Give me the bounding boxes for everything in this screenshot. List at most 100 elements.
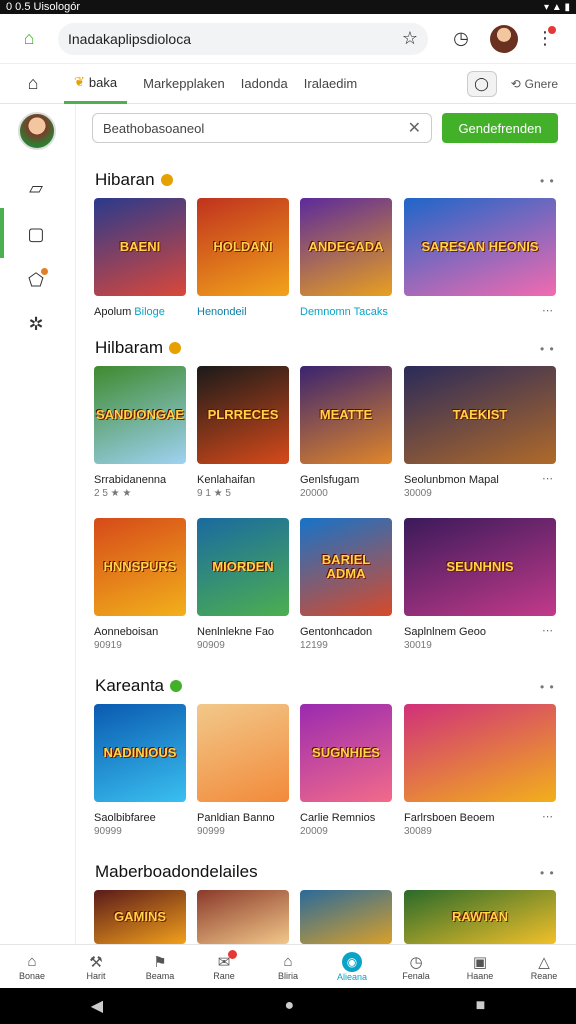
section-title-text: Maberboadondelailes (95, 862, 258, 881)
game-thumbnail[interactable] (197, 704, 289, 802)
game-thumbnail[interactable]: SANDIONGAE (94, 366, 186, 464)
game-card[interactable]: RAWTAN (404, 890, 556, 980)
tab-label: baka (88, 74, 118, 90)
user-avatar[interactable] (18, 112, 56, 150)
status-bar: 0 0.5 Uisologór ▾ ▲ ▮ (0, 0, 576, 14)
notification-icon[interactable]: ⬠ (24, 268, 48, 292)
game-thumbnail[interactable]: PLRRECES (197, 366, 289, 464)
game-card[interactable]: GAMINS (94, 890, 186, 980)
section-more-icon[interactable]: • • (540, 680, 555, 694)
section-title: Maberboadondelailes (95, 862, 258, 882)
game-thumbnail[interactable]: NADINIOUS (94, 704, 186, 802)
game-art-title: RAWTAN (451, 908, 509, 924)
game-art-title: MEATTE (319, 406, 373, 422)
game-card[interactable]: SANDIONGAE Srrabidanenna 2 5 ★ ★ (94, 366, 186, 500)
url-bar: ⌂ Inadakaplipsdioloca ☆ ◷ ⋮ (0, 14, 576, 64)
game-card[interactable] (197, 890, 289, 980)
card-more-icon[interactable]: ⋯ (542, 810, 553, 823)
url-field[interactable]: Inadakaplipsdioloca ☆ (58, 22, 428, 55)
back-icon[interactable]: ◀ (91, 996, 103, 1016)
section-more-icon[interactable]: • • (540, 866, 555, 880)
game-card[interactable]: SEUNHNIS Saplnlnem Geoo 30019 ⋯ (404, 518, 556, 652)
game-card[interactable]: PLRRECES Kenlahaifan 9 1 ★ 5 (197, 366, 289, 500)
game-title-text: Apolum (94, 306, 132, 318)
tab-switcher-button[interactable]: ◯ (466, 70, 497, 97)
search-input[interactable]: Beathobasoaneol ✕ (92, 113, 432, 143)
tab-marketplace[interactable]: Markepplaken (143, 64, 225, 104)
game-card[interactable]: MIORDEN Nenlnlekne Fao 90909 (197, 518, 289, 652)
game-thumbnail[interactable] (300, 890, 392, 944)
game-thumbnail[interactable]: MEATTE (300, 366, 392, 464)
card-more-icon[interactable]: ⋯ (542, 472, 553, 485)
section-more-icon[interactable]: • • (540, 174, 555, 188)
recents-icon[interactable]: ■ (476, 997, 486, 1015)
game-thumbnail[interactable]: TAEKIST (404, 366, 556, 464)
game-thumbnail[interactable]: MIORDEN (197, 518, 289, 616)
tab-iadonda[interactable]: Iadonda (241, 64, 288, 104)
game-card[interactable]: NADINIOUS Saolbibfaree 90999 (94, 704, 186, 838)
game-title-text: Nenlnlekne Fao (197, 626, 275, 638)
tab-strip: ⌂ ❦ baka Markepplaken Iadonda Iralaedim … (0, 64, 576, 104)
game-card[interactable]: ANDEGADA Demnomn Tacaks (300, 198, 392, 332)
game-title: Srrabidanenna (94, 474, 166, 486)
game-art-title: ANDEGADA (308, 238, 384, 254)
bottom-nav-item[interactable]: ⌂ Bonae (0, 945, 64, 988)
game-thumbnail[interactable]: HOLDANI (197, 198, 289, 296)
puzzle-icon[interactable]: ✲ (24, 312, 48, 336)
tab-home-icon[interactable]: ⌂ (18, 69, 48, 99)
game-card[interactable]: Panldian Banno 90999 (197, 704, 289, 838)
verified-badge-icon (160, 174, 173, 186)
tab-baka[interactable]: ❦ baka (64, 64, 128, 104)
game-thumbnail[interactable]: SUGNHIES (300, 704, 392, 802)
tab-iralaedim[interactable]: Iralaedim (304, 64, 357, 104)
game-card[interactable]: BAENI Apolum Biloge (94, 198, 186, 332)
search-button[interactable]: Gendefrenden (442, 113, 558, 143)
home-icon[interactable]: ⌂ (14, 24, 44, 54)
section-more-icon[interactable]: • • (540, 342, 555, 356)
game-stat: 12199 (300, 640, 328, 651)
share-button[interactable]: ⟲ Gnere (511, 77, 558, 91)
verified-badge-icon (170, 680, 182, 692)
game-thumbnail[interactable]: BAENI (94, 198, 186, 296)
game-card[interactable]: Farlrsboen Beoem 30089 ⋯ (404, 704, 556, 838)
card-more-icon[interactable]: ⋯ (542, 304, 553, 317)
tab-label: Markepplaken (143, 76, 225, 91)
game-card[interactable]: HNNSPURS Aonneboisan 90919 (94, 518, 186, 652)
game-thumbnail[interactable] (197, 890, 289, 944)
game-thumbnail[interactable]: SEUNHNIS (404, 518, 556, 616)
nav-label: Bonae (18, 970, 46, 981)
sidebar-active-indicator (0, 208, 4, 258)
clear-icon[interactable]: ✕ (408, 118, 421, 138)
leaf-icon: ❦ (74, 74, 85, 89)
refresh-icon[interactable]: ◷ (446, 24, 476, 54)
game-card[interactable] (300, 890, 392, 980)
home-button-icon[interactable]: ● (284, 997, 294, 1015)
system-nav: ◀ ● ■ (0, 988, 576, 1024)
game-card[interactable]: HOLDANI Henondeil (197, 198, 289, 332)
game-thumbnail[interactable]: SARESAN HEONIS (404, 198, 556, 296)
card-more-icon[interactable]: ⋯ (542, 624, 553, 637)
game-card[interactable]: MEATTE Genlsfugam 20000 (300, 366, 392, 500)
game-card[interactable]: SARESAN HEONIS ⋯ (404, 198, 556, 332)
game-thumbnail[interactable]: HNNSPURS (94, 518, 186, 616)
game-card[interactable]: TAEKIST Seolunbmon Mapal 30009 ⋯ (404, 366, 556, 500)
star-icon[interactable]: ☆ (402, 28, 418, 49)
game-card[interactable]: BARIEL ADMA Gentonhcadon 12199 (300, 518, 392, 652)
game-thumbnail[interactable]: ANDEGADA (300, 198, 392, 296)
game-stat: 2 5 ★ ★ (94, 488, 132, 499)
game-thumbnail[interactable] (404, 704, 556, 802)
menu-icon[interactable]: ⋮ (530, 24, 560, 54)
game-stat: 90999 (197, 826, 225, 837)
chat-icon[interactable]: ▢ (24, 222, 48, 246)
game-thumbnail[interactable]: GAMINS (94, 890, 186, 944)
game-thumbnail[interactable]: BARIEL ADMA (300, 518, 392, 616)
folder-icon[interactable]: ▱ (24, 176, 48, 200)
game-art-title: BAENI (119, 238, 161, 254)
game-title: Kenlahaifan (197, 474, 255, 486)
game-stat: 90909 (197, 640, 225, 651)
profile-avatar[interactable] (490, 24, 518, 53)
game-thumbnail[interactable]: RAWTAN (404, 890, 556, 944)
game-card[interactable]: SUGNHIES Carlie Remnios 20009 (300, 704, 392, 838)
game-title: Carlie Remnios (300, 812, 375, 824)
section-title-text: Hibaran (95, 170, 155, 189)
